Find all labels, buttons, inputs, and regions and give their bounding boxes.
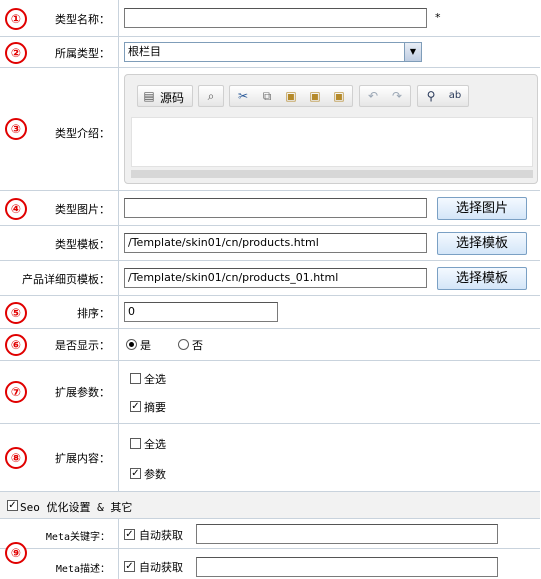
choose-image-button[interactable]: 选择图片: [437, 197, 527, 220]
editor-toolbar: ▤ 源码 ⌕ ✂ ⧉ ▣ ▣ ▣ ↶ ↷ ⚲ ab: [131, 79, 537, 113]
detail-template-input[interactable]: /Template/skin01/cn/products_01.html: [124, 268, 427, 288]
undo-icon[interactable]: ↶: [365, 89, 381, 103]
paste-icon[interactable]: ▣: [283, 89, 299, 103]
choose-template-button[interactable]: 选择模板: [437, 232, 527, 255]
row-category-image: ④ 类型图片： 选择图片: [0, 191, 540, 226]
category-image-label: 类型图片：: [55, 203, 110, 216]
preview-button[interactable]: ⌕: [198, 85, 224, 107]
search-group: ⚲ ab: [417, 85, 469, 107]
parent-category-selected: 根栏目: [128, 45, 161, 58]
label-cell: ⑦ 扩展参数：: [0, 361, 119, 423]
source-button[interactable]: ▤ 源码: [137, 85, 193, 107]
ext-content-select-all-checkbox[interactable]: [130, 438, 141, 449]
step-badge-3: ③: [5, 118, 27, 140]
step-badge-6: ⑥: [5, 334, 27, 356]
ext-content-select-all-label: 全选: [144, 438, 166, 451]
rich-text-editor: ▤ 源码 ⌕ ✂ ⧉ ▣ ▣ ▣ ↶ ↷ ⚲ ab: [124, 74, 538, 184]
step-badge-2: ②: [5, 42, 27, 64]
source-button-label: 源码: [160, 91, 185, 105]
paste-word-icon[interactable]: ▣: [331, 89, 347, 103]
label-cell: ⑧ 扩展内容：: [0, 424, 119, 491]
category-name-label: 类型名称：: [55, 13, 110, 26]
ext-params-select-all-label: 全选: [144, 373, 166, 386]
label-cell: ① 类型名称：: [0, 0, 119, 36]
display-label: 是否显示：: [55, 339, 110, 352]
display-no-label: 否: [192, 339, 203, 352]
row-parent-category: ② 所属类型： 根栏目 ▼: [0, 37, 540, 68]
category-intro-label: 类型介绍：: [55, 127, 110, 140]
row-sort: ⑤ 排序： 0: [0, 296, 540, 329]
ext-content-params-label: 参数: [144, 468, 166, 481]
row-ext-params: ⑦ 扩展参数： 全选 ✓ 摘要: [0, 361, 540, 424]
seo-settings-checkbox[interactable]: ✓: [7, 500, 18, 511]
row-category-intro: ③ 类型介绍： ▤ 源码 ⌕ ✂ ⧉ ▣ ▣ ▣ ↶ ↷ ⚲ ab: [0, 68, 540, 191]
cut-icon[interactable]: ✂: [235, 89, 251, 103]
display-no-radio[interactable]: [178, 339, 189, 350]
meta-description-auto-label: 自动获取: [139, 561, 183, 574]
category-template-input[interactable]: /Template/skin01/cn/products.html: [124, 233, 427, 253]
step-badge-8: ⑧: [5, 447, 27, 469]
category-template-label: 类型模板：: [55, 238, 110, 251]
preview-icon: ⌕: [207, 89, 215, 103]
replace-icon[interactable]: ab: [447, 89, 463, 103]
meta-keywords-auto-checkbox[interactable]: ✓: [124, 529, 135, 540]
ext-params-summary-label: 摘要: [144, 401, 166, 414]
document-icon: ▤: [143, 89, 155, 103]
history-group: ↶ ↷: [359, 85, 411, 107]
clipboard-group: ✂ ⧉ ▣ ▣ ▣: [229, 85, 353, 107]
row-meta-description: Meta描述： ✓ 自动获取: [0, 549, 540, 579]
label-cell: 类型模板：: [0, 226, 119, 260]
display-yes-label: 是: [140, 339, 151, 352]
step-badge-9: ⑨: [5, 542, 27, 564]
row-ext-content: ⑧ 扩展内容： 全选 ✓ 参数: [0, 424, 540, 492]
label-cell: ⑥ 是否显示：: [0, 329, 119, 360]
row-seo-header: ✓ Seo 优化设置 & 其它: [0, 492, 540, 519]
editor-resize-bar[interactable]: [131, 170, 533, 178]
label-cell: ④ 类型图片：: [0, 191, 119, 225]
chevron-down-icon[interactable]: ▼: [404, 43, 421, 61]
row-category-template: 类型模板： /Template/skin01/cn/products.html …: [0, 226, 540, 261]
row-display: ⑥ 是否显示： 是 否: [0, 329, 540, 361]
find-icon[interactable]: ⚲: [423, 89, 439, 103]
ext-content-params-checkbox[interactable]: ✓: [130, 468, 141, 479]
detail-template-label: 产品详细页模板：: [22, 273, 110, 286]
label-cell: ⑤ 排序：: [0, 296, 119, 328]
label-cell: ② 所属类型：: [0, 37, 119, 67]
ext-content-label: 扩展内容：: [55, 452, 110, 465]
row-detail-template: 产品详细页模板： /Template/skin01/cn/products_01…: [0, 261, 540, 296]
meta-description-auto-checkbox[interactable]: ✓: [124, 561, 135, 572]
meta-description-label: Meta描述：: [55, 564, 110, 575]
sort-label: 排序：: [77, 307, 110, 320]
row-category-name: ① 类型名称： *: [0, 0, 540, 37]
step-badge-7: ⑦: [5, 381, 27, 403]
ext-params-select-all-checkbox[interactable]: [130, 373, 141, 384]
ext-params-summary-checkbox[interactable]: ✓: [130, 401, 141, 412]
step-badge-4: ④: [5, 198, 27, 220]
ext-params-label: 扩展参数：: [55, 386, 110, 399]
editor-content-area[interactable]: [131, 117, 533, 167]
display-yes-radio[interactable]: [126, 339, 137, 350]
meta-keywords-label: Meta关键字：: [45, 532, 110, 543]
parent-category-select[interactable]: 根栏目 ▼: [124, 42, 422, 62]
meta-keywords-auto-label: 自动获取: [139, 529, 183, 542]
paste-text-icon[interactable]: ▣: [307, 89, 323, 103]
copy-icon[interactable]: ⧉: [259, 89, 275, 103]
label-cell: ③ 类型介绍：: [0, 68, 119, 190]
sort-input[interactable]: 0: [124, 302, 278, 322]
step-badge-5: ⑤: [5, 302, 27, 324]
category-image-input[interactable]: [124, 198, 427, 218]
category-name-input[interactable]: [124, 8, 427, 28]
choose-detail-template-button[interactable]: 选择模板: [437, 267, 527, 290]
category-form: ① 类型名称： * ② 所属类型： 根栏目 ▼ ③ 类型介绍： ▤ 源码 ⌕ ✂…: [0, 0, 541, 579]
seo-settings-label: Seo 优化设置 & 其它: [20, 501, 133, 514]
required-mark: *: [435, 11, 441, 24]
meta-keywords-input[interactable]: [196, 524, 498, 544]
redo-icon[interactable]: ↷: [389, 89, 405, 103]
meta-description-input[interactable]: [196, 557, 498, 577]
step-badge-1: ①: [5, 8, 27, 30]
label-cell: 产品详细页模板：: [0, 261, 119, 295]
row-meta-keywords: Meta关键字： ✓ 自动获取: [0, 519, 540, 549]
parent-category-label: 所属类型：: [55, 47, 110, 60]
